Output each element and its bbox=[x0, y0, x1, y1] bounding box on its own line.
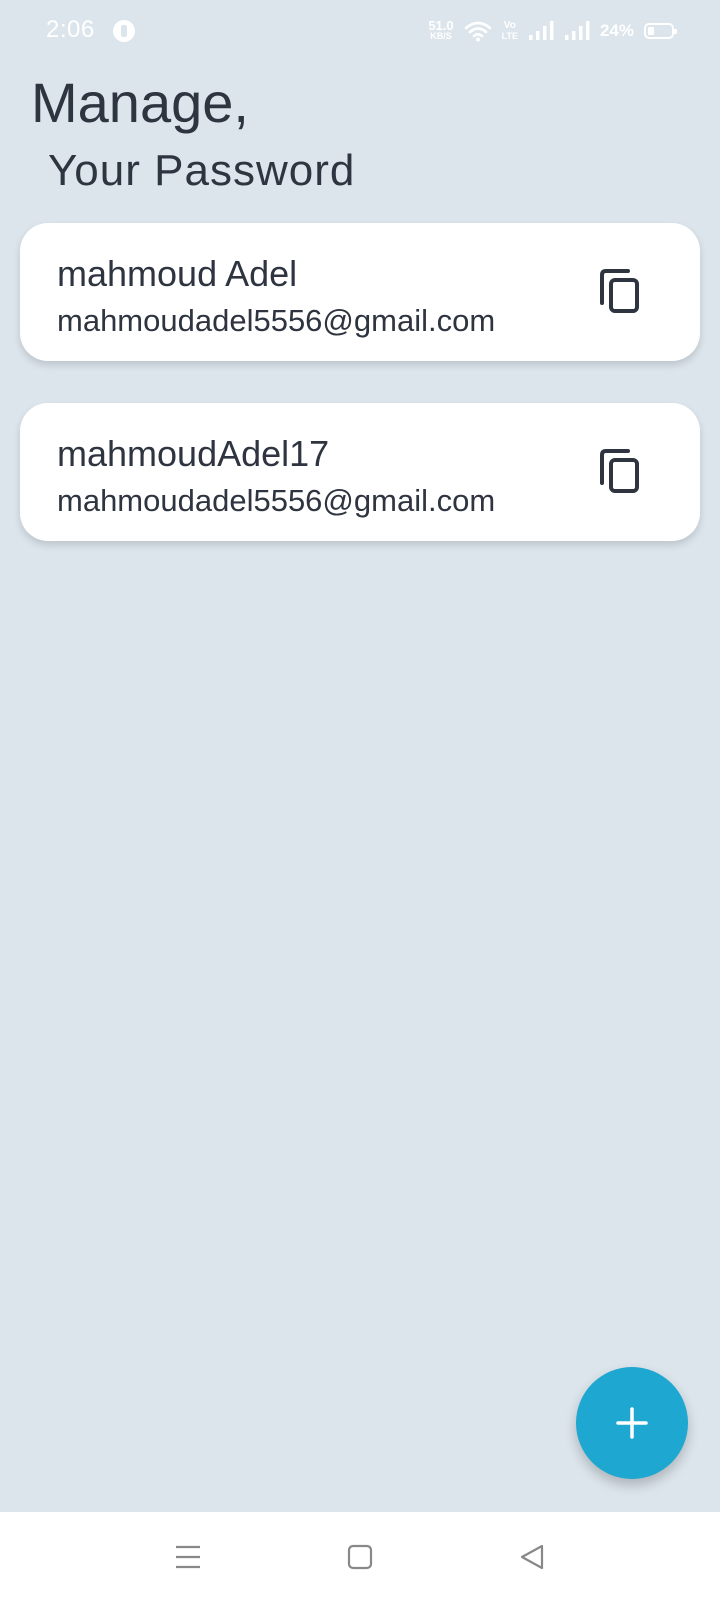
page-title: Manage, bbox=[31, 71, 249, 134]
password-card[interactable]: mahmoudAdel17 mahmoudadel5556@gmail.com bbox=[20, 403, 700, 541]
status-time: 2:06 bbox=[46, 16, 95, 43]
page-subtitle: Your Password bbox=[48, 146, 356, 195]
password-email: mahmoudadel5556@gmail.com bbox=[57, 303, 496, 338]
wifi-icon bbox=[464, 21, 491, 42]
status-indicators: 51.0 KB/S Vo LTE 24% bbox=[428, 16, 677, 46]
home-button[interactable] bbox=[335, 1532, 385, 1582]
status-bar: 2:06 51.0 KB/S Vo LTE 24% bbox=[0, 0, 720, 62]
plus-icon bbox=[616, 1407, 648, 1439]
signal-icon bbox=[564, 21, 590, 40]
password-email: mahmoudadel5556@gmail.com bbox=[57, 483, 496, 518]
add-password-button[interactable] bbox=[576, 1367, 688, 1479]
home-square-icon bbox=[347, 1544, 373, 1570]
password-card[interactable]: mahmoud Adel mahmoudadel5556@gmail.com bbox=[20, 223, 700, 361]
copy-button[interactable] bbox=[594, 445, 646, 497]
menu-icon bbox=[176, 1545, 200, 1569]
signal-icon bbox=[528, 21, 554, 40]
network-speed-unit: KB/S bbox=[430, 31, 452, 41]
copy-icon bbox=[600, 269, 639, 313]
copy-icon bbox=[600, 449, 639, 493]
back-triangle-icon bbox=[520, 1544, 544, 1570]
battery-percent: 24% bbox=[599, 21, 634, 40]
recent-apps-button[interactable] bbox=[163, 1532, 213, 1582]
back-button[interactable] bbox=[507, 1532, 557, 1582]
app-notification-icon bbox=[113, 20, 135, 42]
volte-top-label: Vo bbox=[503, 20, 516, 31]
battery-icon bbox=[644, 23, 677, 39]
system-navigation-bar bbox=[0, 1512, 720, 1600]
copy-button[interactable] bbox=[594, 265, 646, 317]
volte-icon: Vo LTE bbox=[501, 20, 518, 42]
network-speed: 51.0 KB/S bbox=[428, 18, 454, 41]
network-speed-value: 51.0 bbox=[428, 18, 454, 33]
password-name: mahmoudAdel17 bbox=[57, 433, 330, 474]
password-name: mahmoud Adel bbox=[57, 253, 298, 294]
volte-bottom-label: LTE bbox=[501, 31, 518, 41]
